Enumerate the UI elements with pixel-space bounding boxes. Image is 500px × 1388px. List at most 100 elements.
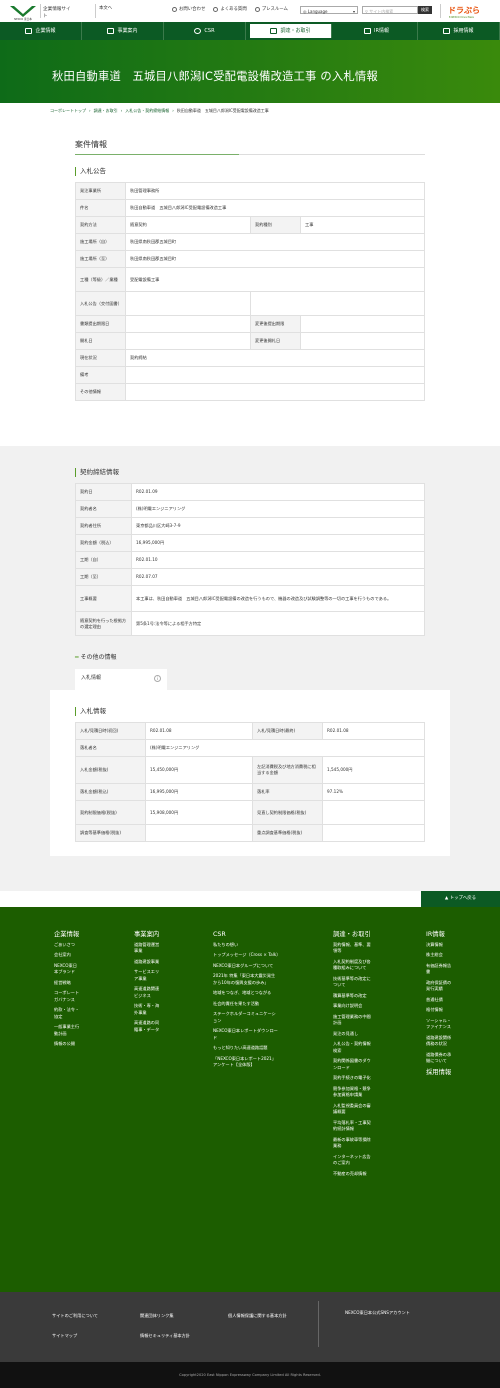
search-button[interactable]: 検索 [418,6,432,14]
drapura-logo[interactable]: ドラぷら E-NEXCO Drive Plaza [446,4,492,20]
nav-ir[interactable]: IR情報 [336,22,418,40]
footer-link[interactable]: 高速道路関連ビジネス [134,986,160,999]
nav-corporate[interactable]: 企業情報 [0,22,82,40]
footer-link[interactable]: サイトのご利用について [52,1313,98,1319]
cell-label: 左記消費税及び地方消費税に相当する金額 [252,756,323,784]
footer-link[interactable]: ソーシャル・ファイナンス [426,1018,452,1031]
faq-link[interactable]: よくある質問 [213,7,247,13]
footer-link[interactable]: 約款・法令・協定 [54,1007,80,1020]
cell-value [300,332,425,350]
breadcrumb-item[interactable]: コーポレートトップ [50,108,86,113]
footer-link[interactable]: 格付情報 [426,1007,452,1014]
footer-link[interactable]: 事業向け説明会 [333,1003,371,1010]
footer-link[interactable]: 一般事業主行動計画 [54,1024,80,1037]
footer-link[interactable]: 「NEXCO東日本レポート2021」アンケート【全体版】 [213,1056,279,1069]
footer-link[interactable]: もっと知りたい高速道路話題 [213,1045,279,1052]
footer-link[interactable]: 地域をつなぎ、地域とつながる [213,990,279,997]
footer-link[interactable]: 2021年 特集「東日本大震災発生から10年の復興支援の歩み」 [213,973,279,986]
footer-link[interactable]: インターネット広告のご案内 [333,1154,371,1167]
info-icon[interactable]: i [154,675,161,682]
footer-link[interactable]: 積算基準等の改定 [333,993,371,1000]
footer-link[interactable]: 普通社債 [426,997,452,1004]
footer-link[interactable]: 発注の見通し [333,1031,371,1038]
footer-link[interactable]: 入札監視委員会の審議概要 [333,1103,371,1116]
footer-link[interactable]: 競争参加資格・競争参加資格申請業 [333,1086,371,1099]
footer-link[interactable]: 契約関係図書のダウンロード [333,1058,371,1071]
footer-link[interactable]: コーポレートガバナンス [54,990,80,1003]
page-hero: 秋田自動車道 五城目八郎潟IC受配電設備改造工事 の入札情報 [0,40,500,103]
footer-heading[interactable]: 調達・お取引 [333,931,371,940]
footer-link[interactable]: 技術基準等の改定について [333,976,371,989]
footer-link[interactable]: 技術・専・海外事業 [134,1003,160,1016]
table-row: 書類提出期限日 変更後提出期限 [75,315,425,333]
footer-link[interactable]: 入札契約制度及び各種取組みについて [333,959,371,972]
footer-link[interactable]: 高速道路の同籍事・データ [134,1020,160,1033]
cell-value: 受配電設備工事 [125,267,425,292]
footer-heading[interactable]: CSR [213,931,279,940]
footer-link[interactable]: 経営戦略 [54,980,80,987]
cell-value [250,291,425,316]
nav-csr[interactable]: CSR [164,22,246,40]
footer-link[interactable]: 株主総会 [426,952,452,959]
footer-link[interactable]: トップメッセージ（Cross × Talk） [213,952,280,959]
divider-accent [75,154,239,155]
footer-link[interactable]: ステークホルダーコミュニケーション [213,1011,279,1024]
chevron-right-icon: › [120,108,123,113]
footer-link[interactable]: 入札公告・契約情報検索 [333,1041,371,1054]
footer-heading[interactable]: IR情報 [426,931,452,940]
footer-link[interactable]: 社会的責任を果たす活動 [213,1001,279,1008]
footer-link[interactable]: 道路建設関係債務の状況 [426,1035,452,1048]
footer-link[interactable]: 契約手続きの電子化 [333,1075,371,1082]
footer-heading[interactable]: 企業情報 [54,931,80,940]
footer-link[interactable]: 政府保証債の発行実績 [426,980,452,993]
contract-heading: 契約締結情報 [75,468,119,477]
footer-link[interactable]: ごあいさつ [54,942,80,949]
breadcrumb-item[interactable]: 調達・お取引 [94,108,118,113]
search-input[interactable]: ⚲ サイト内検索 [362,6,418,14]
footer-heading[interactable]: 採用情報 [426,1069,452,1078]
cell-value [322,824,425,842]
logo-text: NEXCO 東日本 [14,17,32,21]
footer-link[interactable]: 施工管理業務の中間計画 [333,1014,371,1027]
footer-link[interactable]: 個人情報保護に関する基本方針 [228,1313,287,1319]
breadcrumb-item[interactable]: 入札公告・契約締結情報 [125,108,169,113]
contact-link[interactable]: お問い合わせ [172,7,205,13]
footer-link[interactable]: サイトマップ [52,1333,77,1339]
footer-link[interactable]: サービスエリア事業 [134,969,160,982]
question-icon [213,7,219,13]
footer-link[interactable]: 会社案内 [54,952,80,959]
footer-link[interactable]: 道路債券の承継について [426,1052,452,1065]
nav-recruit[interactable]: 採用情報 [418,22,500,40]
back-to-top-button[interactable]: ▲ トップへ戻る [421,891,500,907]
footer-link[interactable]: 平均落札率・工事契約続計情報 [333,1120,371,1133]
footer-link[interactable]: 不動産の売却情報 [333,1171,371,1178]
footer-link[interactable]: 契約情報、基準、要領等 [333,942,371,955]
footer-link[interactable]: 最新の事故車等損除業務 [333,1137,371,1150]
notice-table: 発注事業所 秋田管理事務所 件名 秋田自動車道 五城目八郎潟IC受配電設備改造工事 … [75,182,425,401]
table-row: 契約金額（税込） 16,995,000円 [75,534,425,552]
footer-link[interactable]: NEXCO東日本レポートダウンロード [213,1028,279,1041]
language-select[interactable]: ◎ Language ▾ [300,6,358,14]
footer-link[interactable]: 情報セキュリティ基本方針 [140,1333,190,1339]
footer-link[interactable]: 決算情報 [426,942,452,949]
footer-link[interactable]: 情報の公開 [54,1041,80,1048]
footer-link[interactable]: 私たちの想い [213,942,279,949]
footer-link[interactable]: NEXCO東日本グループについて [213,963,279,970]
footer-link[interactable]: 道路管理運営事業 [134,942,160,955]
cell-value: 15,908,000円 [145,800,253,825]
skip-to-content-link[interactable]: 本文へ [99,6,112,12]
footer-link[interactable]: 関連団体リンク集 [140,1313,174,1319]
nexco-logo[interactable]: NEXCO 東日本 [8,5,38,21]
table-row: 契約制限価格(税抜) 15,908,000円 見直し契約制限価格(税抜) [75,800,425,825]
cell-label: 重点調査基準価格(税抜) [252,824,323,842]
svg-text:E-NEXCO Drive Plaza: E-NEXCO Drive Plaza [449,16,474,19]
cell-value: 秋田自動車道 五城目八郎潟IC受配電設備改造工事 [125,199,425,217]
footer-heading[interactable]: 事業案内 [134,931,160,940]
nav-business[interactable]: 事業案内 [82,22,164,40]
nav-procurement[interactable]: 調達・お取引 [250,24,332,38]
footer-link[interactable]: 有価証券報告書 [426,963,452,976]
press-link[interactable]: プレスルーム [254,7,288,13]
bid-heading: 入札情報 [75,707,106,716]
footer-link[interactable]: 道路建設事業 [134,959,160,966]
footer-link[interactable]: NEXCO東日本ブランド [54,963,80,976]
